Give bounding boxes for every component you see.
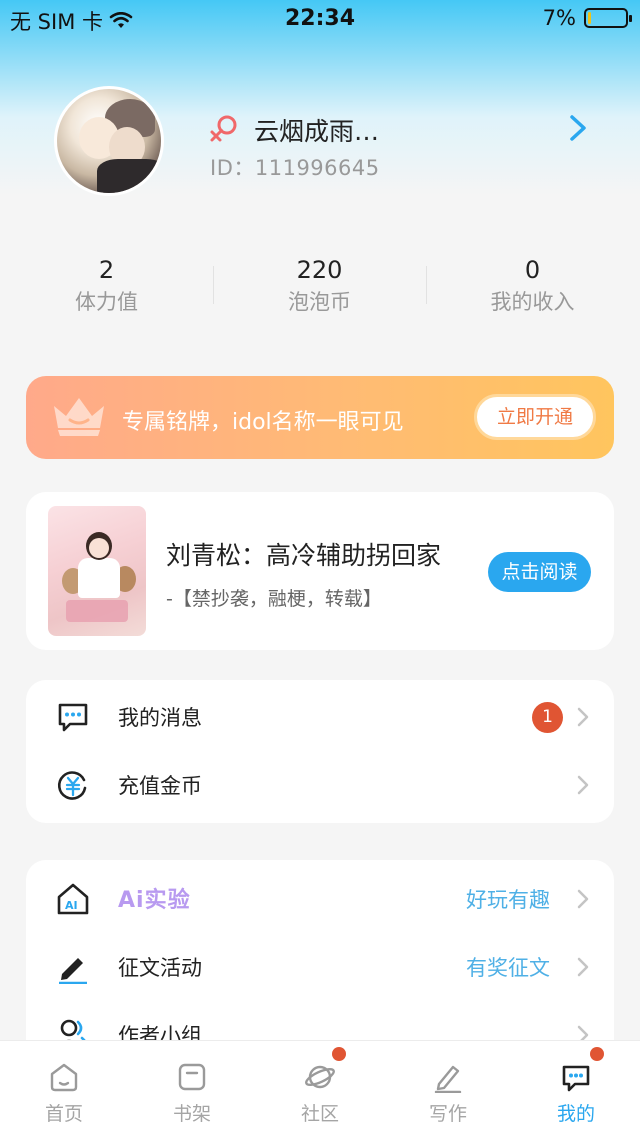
stat-stamina[interactable]: 2 体力值 xyxy=(0,256,213,316)
chevron-right-icon xyxy=(577,775,589,795)
book-cover-image[interactable] xyxy=(48,506,146,636)
ai-home-icon: AI xyxy=(57,883,89,915)
svg-text:AI: AI xyxy=(65,899,78,912)
stat-value: 2 xyxy=(98,256,115,284)
avatar[interactable] xyxy=(54,86,164,196)
activate-vip-button[interactable]: 立即开通 xyxy=(474,394,596,440)
battery-percent: 7% xyxy=(542,6,576,30)
menu-item-writing-contest[interactable]: 征文活动 有奖征文 xyxy=(26,932,614,1000)
tab-bookshelf[interactable]: 书架 xyxy=(128,1041,256,1138)
avatar-art xyxy=(97,159,161,193)
chevron-right-icon xyxy=(577,889,589,909)
coin-icon xyxy=(57,771,87,800)
stat-income[interactable]: 0 我的收入 xyxy=(426,256,639,316)
read-button[interactable]: 点击阅读 xyxy=(488,552,591,592)
stat-value: 0 xyxy=(524,256,541,284)
menu-item-label: 我的消息 xyxy=(118,706,202,730)
planet-icon xyxy=(305,1065,335,1089)
tab-label: 我的 xyxy=(556,1103,595,1125)
home-icon xyxy=(50,1063,78,1092)
stat-label: 泡泡币 xyxy=(288,290,351,314)
crown-icon xyxy=(54,398,104,436)
tab-label: 首页 xyxy=(44,1103,83,1125)
tab-mine[interactable]: 我的 xyxy=(512,1041,640,1138)
chevron-right-icon[interactable] xyxy=(566,114,590,142)
unread-badge: 1 xyxy=(532,702,563,733)
status-right: 7% xyxy=(542,6,632,30)
book-recommendation-card[interactable]: 刘青松：高冷辅助拐回家 -【禁抄袭，融梗，转载】 点击阅读 xyxy=(26,492,614,650)
tab-community[interactable]: 社区 xyxy=(256,1041,384,1138)
stat-value: 220 xyxy=(296,256,343,284)
cover-art xyxy=(78,558,120,598)
tab-write[interactable]: 写作 xyxy=(384,1041,512,1138)
bookshelf-icon xyxy=(178,1063,206,1091)
menu-item-recharge[interactable]: 充值金币 xyxy=(26,750,614,818)
vip-banner[interactable]: 专属铭牌，idol名称一眼可见 立即开通 xyxy=(26,376,614,459)
notification-dot xyxy=(332,1047,346,1061)
book-title: 刘青松：高冷辅助拐回家 xyxy=(166,541,442,570)
female-icon xyxy=(210,115,237,142)
write-icon xyxy=(434,1065,462,1093)
chevron-right-icon xyxy=(577,957,589,977)
cover-art xyxy=(89,538,109,558)
pen-icon xyxy=(59,958,87,984)
stat-label: 我的收入 xyxy=(490,290,575,314)
vip-banner-text: 专属铭牌，idol名称一眼可见 xyxy=(122,410,404,435)
tab-home[interactable]: 首页 xyxy=(0,1041,128,1138)
menu-item-hint: 有奖征文 xyxy=(466,956,550,980)
bottom-tab-bar: 首页 书架 社区 写作 我的 xyxy=(0,1040,640,1138)
menu-item-label: 征文活动 xyxy=(118,956,202,980)
cover-art xyxy=(66,600,128,622)
battery-level xyxy=(588,12,591,24)
menu-item-label: 充值金币 xyxy=(118,774,202,798)
ai-lab-label: Ai实验 xyxy=(118,888,191,913)
menu-item-hint: 好玩有趣 xyxy=(466,888,550,912)
tab-label: 社区 xyxy=(300,1103,339,1125)
chevron-right-icon xyxy=(577,707,589,727)
book-subtitle: -【禁抄袭，融梗，转载】 xyxy=(166,588,382,610)
battery-icon xyxy=(584,8,632,28)
stat-label: 体力值 xyxy=(75,290,138,314)
message-icon xyxy=(58,703,88,732)
mine-icon xyxy=(562,1065,590,1092)
stat-bubble-coins[interactable]: 220 泡泡币 xyxy=(213,256,426,316)
status-bar: 无 SIM 卡 22:34 7% xyxy=(0,0,640,40)
notification-dot xyxy=(590,1047,604,1061)
username[interactable]: 云烟成雨… xyxy=(254,112,379,148)
tab-label: 写作 xyxy=(428,1103,467,1125)
menu-item-ai-lab[interactable]: AI Ai实验 好玩有趣 xyxy=(26,864,614,932)
user-id: ID：111996645 xyxy=(210,156,380,180)
menu-group-messages: 我的消息 1 充值金币 xyxy=(26,680,614,823)
menu-item-messages[interactable]: 我的消息 1 xyxy=(26,682,614,750)
tab-label: 书架 xyxy=(172,1103,211,1125)
